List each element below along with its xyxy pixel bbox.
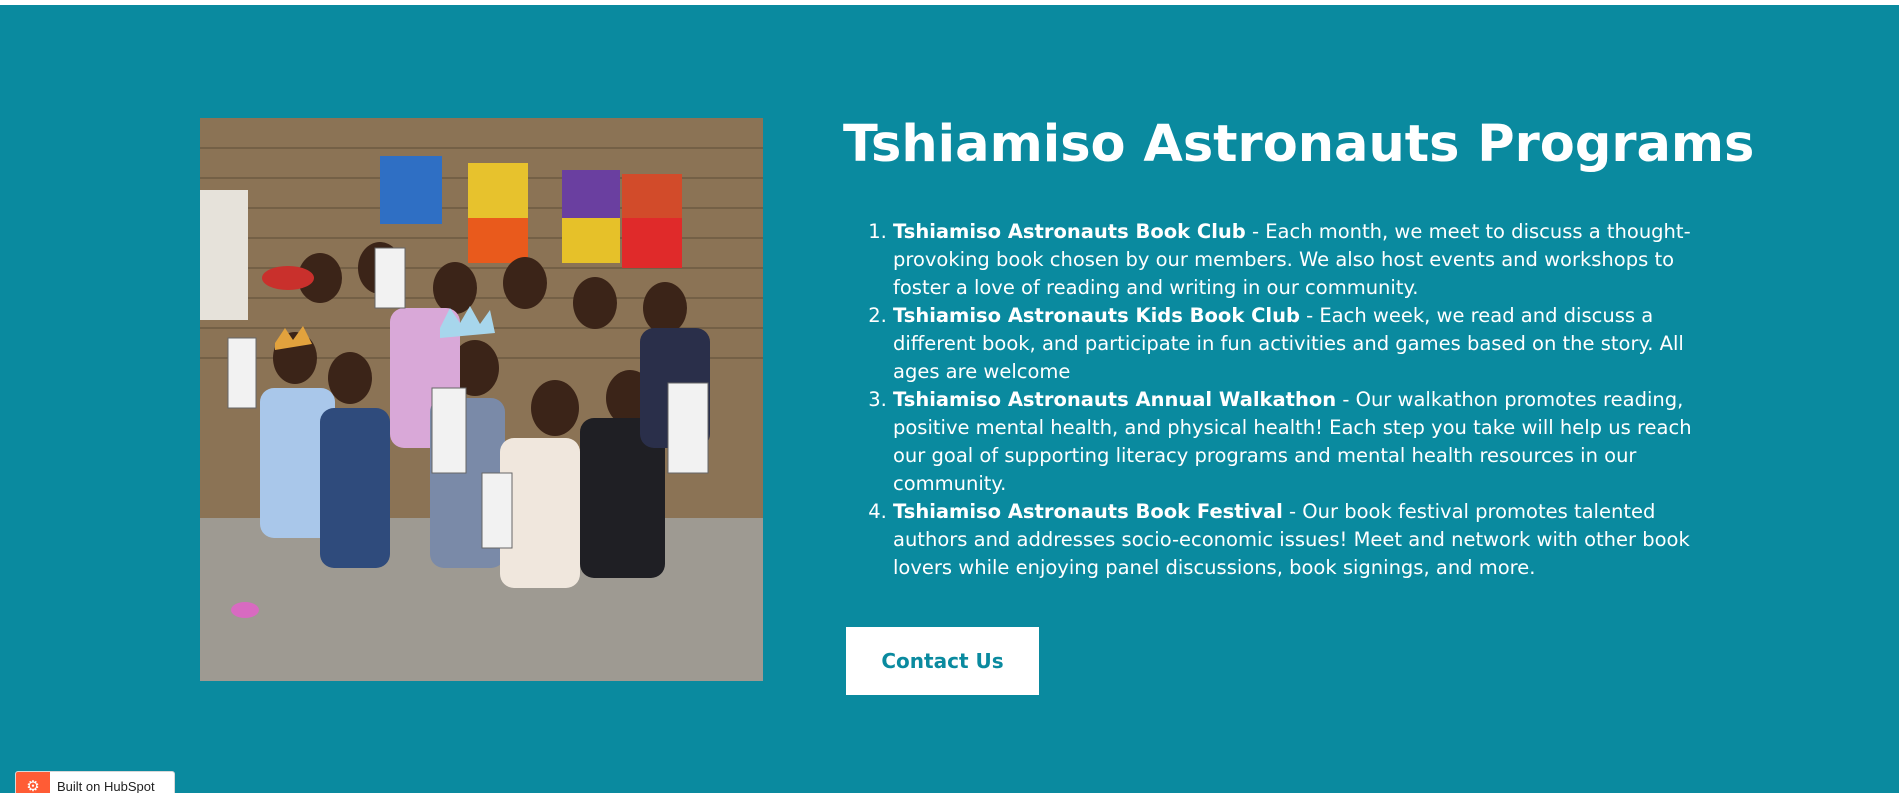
- hubspot-badge[interactable]: ⚙ Built on HubSpot: [15, 771, 175, 795]
- programs-content: Tshiamiso Astronauts Programs Tshiamiso …: [843, 110, 1755, 582]
- program-name: Tshiamiso Astronauts Kids Book Club: [893, 304, 1300, 327]
- program-name: Tshiamiso Astronauts Annual Walkathon: [893, 388, 1337, 411]
- program-name: Tshiamiso Astronauts Book Club: [893, 220, 1246, 243]
- programs-photo: [200, 118, 763, 681]
- programs-list: Tshiamiso Astronauts Book Club - Each mo…: [893, 218, 1708, 582]
- hubspot-sprocket-icon: ⚙: [16, 772, 50, 795]
- list-item: Tshiamiso Astronauts Book Club - Each mo…: [893, 218, 1708, 302]
- program-name: Tshiamiso Astronauts Book Festival: [893, 500, 1283, 523]
- page: Tshiamiso Astronauts Programs Tshiamiso …: [0, 0, 1902, 795]
- list-item: Tshiamiso Astronauts Annual Walkathon - …: [893, 386, 1708, 498]
- page-title: Tshiamiso Astronauts Programs: [843, 115, 1755, 174]
- programs-section: Tshiamiso Astronauts Programs Tshiamiso …: [0, 5, 1899, 793]
- list-item: Tshiamiso Astronauts Kids Book Club - Ea…: [893, 302, 1708, 386]
- children-photo-illustration: [200, 118, 763, 681]
- hubspot-badge-label: Built on HubSpot: [57, 778, 155, 794]
- list-item: Tshiamiso Astronauts Book Festival - Our…: [893, 498, 1708, 582]
- contact-us-button[interactable]: Contact Us: [846, 627, 1039, 695]
